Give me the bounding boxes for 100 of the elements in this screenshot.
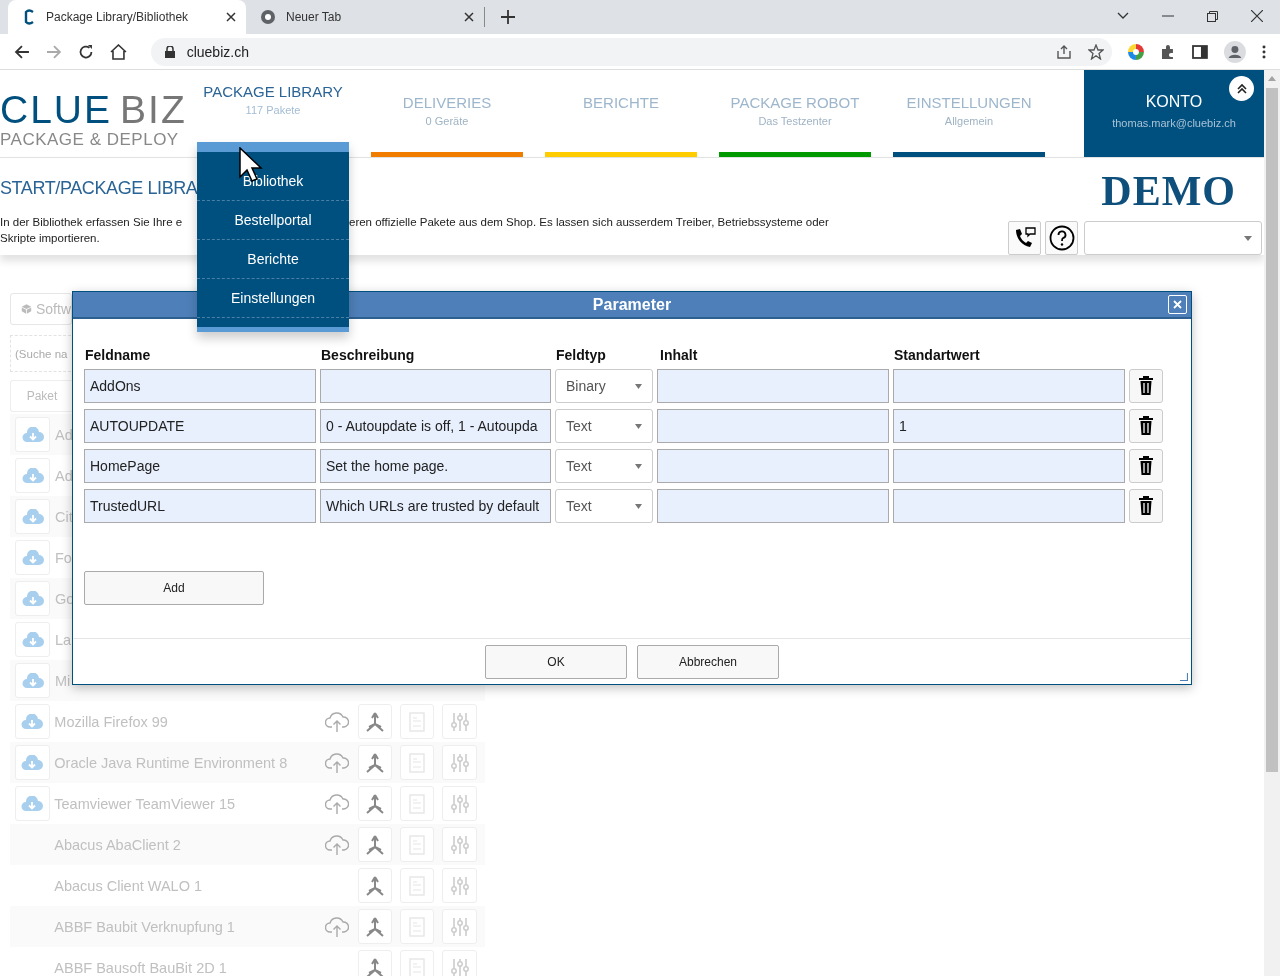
- sliders-button[interactable]: [442, 950, 477, 976]
- close-button[interactable]: [1168, 295, 1187, 314]
- field-type-select[interactable]: Text: [555, 489, 653, 523]
- cloud-upload-icon[interactable]: [324, 833, 349, 856]
- field-name-input[interactable]: HomePage: [84, 449, 316, 483]
- download-button[interactable]: [14, 704, 50, 739]
- download-button[interactable]: [15, 499, 50, 534]
- help-button[interactable]: [1045, 221, 1078, 255]
- download-button[interactable]: [14, 786, 50, 821]
- cloud-download-icon: [21, 426, 44, 443]
- cloud-upload-icon[interactable]: [324, 792, 349, 815]
- chevron-down-icon[interactable]: [1117, 12, 1129, 20]
- default-value-input[interactable]: [893, 449, 1125, 483]
- robot-button[interactable]: [357, 745, 392, 780]
- field-type-select[interactable]: Text: [555, 409, 653, 443]
- column-header: Inhalt: [659, 347, 699, 363]
- download-button[interactable]: [14, 745, 50, 780]
- new-tab-icon[interactable]: [501, 10, 515, 24]
- reload-icon[interactable]: [77, 43, 94, 60]
- content-input[interactable]: [657, 489, 889, 523]
- share-icon[interactable]: [1056, 44, 1073, 59]
- box-icon: [21, 303, 32, 315]
- cloud-upload-icon[interactable]: [324, 751, 349, 774]
- lock-icon: [164, 45, 175, 58]
- menu-item[interactable]: Einstellungen: [197, 279, 349, 318]
- scrollbar-thumb[interactable]: [1266, 88, 1278, 772]
- download-button[interactable]: [15, 581, 50, 616]
- robot-button[interactable]: [357, 868, 392, 903]
- robot-button[interactable]: [357, 704, 392, 739]
- default-value-input[interactable]: [893, 369, 1125, 403]
- download-button[interactable]: [15, 663, 50, 698]
- address-bar[interactable]: cluebiz.ch: [150, 37, 1113, 66]
- account-email: thomas.mark@cluebiz.ch: [1112, 117, 1236, 129]
- description-input[interactable]: [320, 369, 551, 403]
- cloud-upload-icon[interactable]: [324, 710, 349, 733]
- menu-item[interactable]: Berichte: [197, 240, 349, 279]
- close-icon[interactable]: [464, 12, 474, 22]
- close-icon[interactable]: [226, 12, 236, 22]
- resize-grip-icon[interactable]: [1180, 673, 1188, 681]
- download-button[interactable]: [15, 458, 50, 493]
- browser-tab[interactable]: Neuer Tab: [246, 0, 484, 34]
- caret-down-icon: [635, 503, 642, 509]
- menu-icon[interactable]: [1262, 44, 1266, 59]
- home-icon[interactable]: [109, 43, 127, 60]
- profile-icon[interactable]: [1224, 40, 1246, 63]
- robot-button[interactable]: [357, 786, 392, 821]
- field-name-input[interactable]: AUTOUPDATE: [84, 409, 316, 443]
- support-call-button[interactable]: [1008, 221, 1041, 255]
- sliders-button[interactable]: [442, 909, 477, 944]
- delete-button[interactable]: [1129, 369, 1163, 403]
- trash-icon: [1138, 416, 1154, 436]
- robot-figure-icon: [365, 752, 384, 773]
- cloud-download-icon: [21, 590, 44, 607]
- sliders-button[interactable]: [442, 745, 477, 780]
- field-type-select[interactable]: Text: [555, 449, 653, 483]
- back-arrow-icon[interactable]: [14, 43, 30, 60]
- delete-button[interactable]: [1129, 449, 1163, 483]
- download-button[interactable]: [15, 417, 50, 452]
- field-name-input[interactable]: AddOns: [84, 369, 316, 403]
- browser-tab[interactable]: Package Library/Bibliothek: [8, 0, 246, 34]
- robot-button[interactable]: [357, 827, 392, 862]
- menu-item[interactable]: Bestellportal: [197, 201, 349, 240]
- default-value-input[interactable]: [893, 489, 1125, 523]
- content-input[interactable]: [657, 409, 889, 443]
- star-icon[interactable]: [1088, 43, 1105, 60]
- description-input[interactable]: 0 - Autoupdate is off, 1 - Autoupda: [320, 409, 551, 443]
- download-button[interactable]: [15, 540, 50, 575]
- delete-button[interactable]: [1129, 409, 1163, 443]
- field-name-input[interactable]: TrustedURL: [84, 489, 316, 523]
- restore-icon[interactable]: [1207, 10, 1218, 22]
- select-field[interactable]: [1084, 221, 1262, 255]
- description-input[interactable]: Which URLs are trusted by default: [320, 489, 551, 523]
- collapse-button[interactable]: [1229, 76, 1254, 101]
- sliders-button[interactable]: [442, 786, 477, 821]
- account-panel[interactable]: KONTO thomas.mark@cluebiz.ch: [1084, 70, 1264, 157]
- color-wheel-icon[interactable]: [1128, 43, 1145, 60]
- logo-tagline: PACKAGE & DEPLOY: [0, 130, 180, 150]
- description-input[interactable]: Set the home page.: [320, 449, 551, 483]
- sliders-button[interactable]: [442, 827, 477, 862]
- cloud-upload-icon[interactable]: [324, 915, 349, 938]
- field-type-select[interactable]: Binary: [555, 369, 653, 403]
- scroll-up-icon[interactable]: [1268, 76, 1276, 81]
- sliders-button[interactable]: [442, 704, 477, 739]
- add-button[interactable]: Add: [84, 571, 264, 605]
- content-input[interactable]: [657, 449, 889, 483]
- download-button[interactable]: [15, 622, 50, 657]
- cancel-button[interactable]: Abbrechen: [637, 645, 779, 679]
- ok-button[interactable]: OK: [485, 645, 627, 679]
- side-panel-icon[interactable]: [1192, 44, 1209, 59]
- delete-button[interactable]: [1129, 489, 1163, 523]
- sliders-button[interactable]: [442, 868, 477, 903]
- column-header: Beschreibung: [320, 347, 416, 363]
- close-icon[interactable]: [1251, 10, 1263, 22]
- robot-button[interactable]: [357, 950, 392, 976]
- caret-down-icon: [635, 383, 642, 389]
- default-value-input[interactable]: 1: [893, 409, 1125, 443]
- robot-button[interactable]: [357, 909, 392, 944]
- cloud-download-icon: [21, 467, 44, 484]
- forward-arrow-icon[interactable]: [45, 43, 62, 60]
- content-input[interactable]: [657, 369, 889, 403]
